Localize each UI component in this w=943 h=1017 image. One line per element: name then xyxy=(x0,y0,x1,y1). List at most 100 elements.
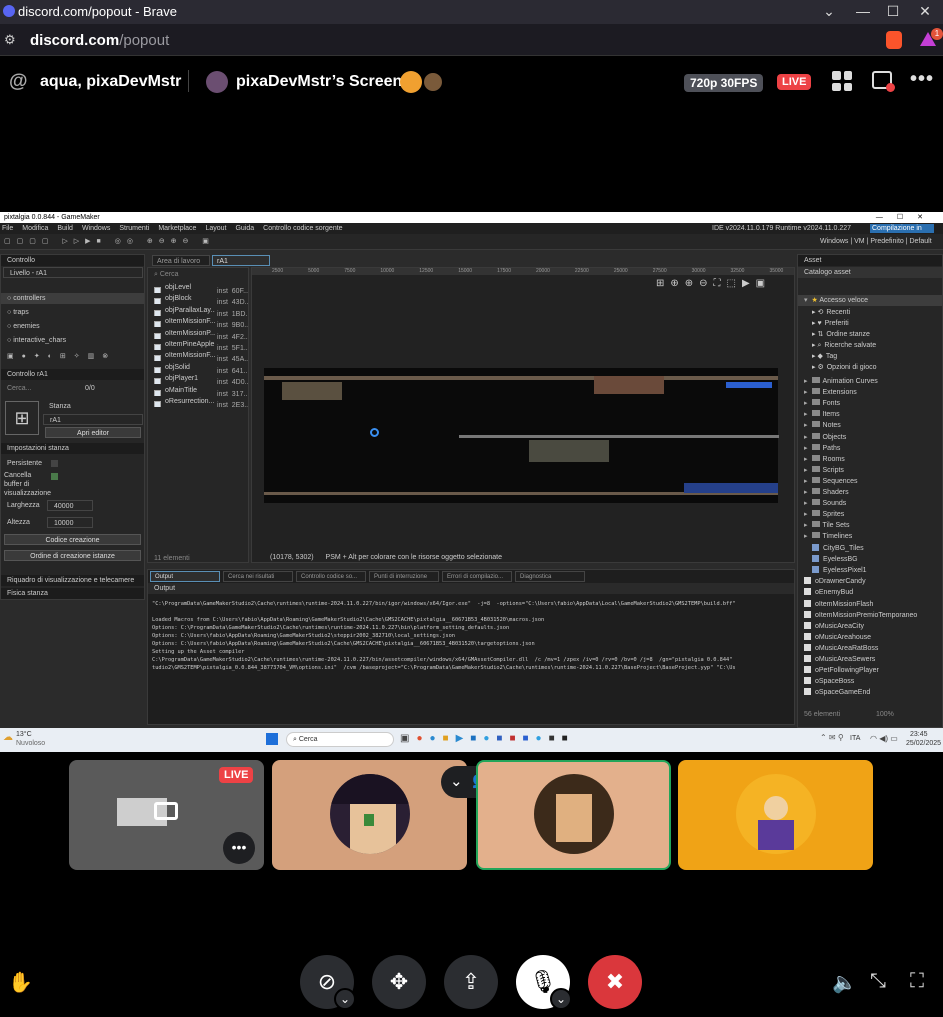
gm-quick-item[interactable]: ▸ ⌕ Ricerche salvate xyxy=(798,340,942,351)
gm-instance-checkbox[interactable] xyxy=(154,332,161,339)
gm-layer-tools-icons[interactable]: ▣●✦◐⊞✧▥⊗ xyxy=(1,351,144,362)
more-options-icon[interactable]: ••• xyxy=(910,68,934,91)
gm-output-tab[interactable]: Controllo codice so... xyxy=(296,571,366,582)
gm-asset-folder[interactable]: ▸ Objects xyxy=(798,432,942,443)
gm-asset-item[interactable]: oItemMissionFlash xyxy=(798,599,942,610)
gm-asset-folder[interactable]: ▸ Shaders xyxy=(798,487,942,498)
gm-asset-item[interactable]: oMusicAreaRatBoss xyxy=(798,643,942,654)
gm-instance-row[interactable]: oItemMissionF...inst_9B0... xyxy=(148,316,248,328)
stream-tile[interactable]: LIVE ••• xyxy=(69,760,264,870)
gm-asset-folder[interactable]: ▸ Notes xyxy=(798,420,942,431)
gm-menu-marketplace[interactable]: Marketplace xyxy=(158,225,196,232)
gm-tab-room[interactable]: rA1 xyxy=(212,255,270,266)
gm-instance-row[interactable]: objPlayer1 inst_4D0... xyxy=(148,373,248,385)
gm-menu-layout[interactable]: Layout xyxy=(205,225,226,232)
gm-asset-folder[interactable]: ▸ Scripts xyxy=(798,465,942,476)
gm-viewports-header[interactable]: Riquadro di visualizzazione e telecamere xyxy=(1,575,144,586)
popout-window-icon[interactable] xyxy=(872,71,895,92)
gm-quick-item[interactable]: ▸ ⚙ Opzioni di gioco xyxy=(798,362,942,373)
gm-menu-build[interactable]: Build xyxy=(57,225,73,232)
gm-asset-item[interactable]: oSpaceBoss xyxy=(798,676,942,687)
gm-physics-header[interactable]: Fisica stanza xyxy=(1,588,144,599)
gm-asset-folder[interactable]: ▸ Timelines xyxy=(798,531,942,542)
mic-options-chevron-icon[interactable]: ⌄ xyxy=(550,988,572,1010)
gm-asset-item[interactable]: oDrawnerCandy xyxy=(798,576,942,587)
gm-instance-row[interactable]: oItemMissionF...inst_45A... xyxy=(148,350,248,362)
gm-window-controls[interactable]: —☐✕ xyxy=(876,212,937,223)
gm-instance-row[interactable]: objParallaxLay...inst_1BD... xyxy=(148,305,248,316)
window-list-icon[interactable]: ⌄ xyxy=(812,0,846,24)
gm-asset-folder[interactable]: ▸ Tile Sets xyxy=(798,520,942,531)
gm-asset-folder[interactable]: ▸ Paths xyxy=(798,443,942,454)
gm-asset-item[interactable]: CityBG_Tiles xyxy=(798,543,942,554)
gm-instance-checkbox[interactable] xyxy=(154,366,161,373)
gm-quick-item[interactable]: ▸ ⟲ Recenti xyxy=(798,307,942,318)
gm-instance-checkbox[interactable] xyxy=(154,389,161,396)
activities-button[interactable]: ✥ xyxy=(372,955,426,1009)
gm-canvas-tools-icons[interactable]: ⊞⊕⊕⊖⛶⬚▶▣ xyxy=(656,278,771,289)
gm-room-settings-header[interactable]: Impostazioni stanza xyxy=(1,443,144,454)
gm-asset-folder[interactable]: ▸ Rooms xyxy=(798,454,942,465)
gm-layer-item[interactable]: ○ traps xyxy=(1,307,144,318)
fullscreen-icon[interactable]: ⛶ xyxy=(910,970,924,993)
gm-height-field[interactable]: 10000 xyxy=(47,517,93,528)
gm-asset-folder[interactable]: ▸ Sounds xyxy=(798,498,942,509)
gm-asset-item[interactable]: oSpaceGameEnd xyxy=(798,687,942,698)
gm-asset-zoom[interactable]: 100% xyxy=(876,709,894,720)
gm-asset-item[interactable]: oEnemyBud xyxy=(798,587,942,598)
gm-menu-tools[interactable]: Strumenti xyxy=(119,225,149,232)
minimize-button[interactable]: — xyxy=(846,0,880,24)
gm-room-canvas[interactable]: 2500 5000 7500 10000 12500 15000 17500 20000 225… xyxy=(251,267,795,563)
gm-instance-row[interactable]: oMainTitle inst_317... xyxy=(148,385,248,396)
gm-instance-checkbox[interactable] xyxy=(154,355,161,362)
gm-menu-file[interactable]: File xyxy=(2,225,13,232)
close-button[interactable]: ✕ xyxy=(908,0,942,24)
gm-room-search[interactable]: Cerca... 0/0 xyxy=(1,383,144,394)
gm-layer-select[interactable]: Livello - rA1 xyxy=(3,267,143,278)
gm-output-tab[interactable]: Cerca nei risultati xyxy=(223,571,293,582)
site-settings-icon[interactable]: ⚙ xyxy=(4,32,16,48)
disconnect-button[interactable]: ✖ xyxy=(588,955,642,1009)
gm-creation-code-button[interactable]: Codice creazione xyxy=(4,534,141,545)
tray-icons[interactable]: ⌃ ✉ ⚲ xyxy=(820,733,844,742)
participant-tile[interactable] xyxy=(272,760,467,870)
gm-width-field[interactable]: 40000 xyxy=(47,500,93,511)
gm-layer-item[interactable]: ○ interactive_chars xyxy=(1,335,144,346)
gm-quick-item[interactable]: ▸ ⇅ Ordine stanze xyxy=(798,329,942,340)
gm-asset-item[interactable]: oPetFollowingPlayer xyxy=(798,665,942,676)
gm-instance-row[interactable]: objSolid inst_641... xyxy=(148,362,248,373)
gm-asset-item[interactable]: oMusicAreahouse xyxy=(798,632,942,643)
taskbar-search[interactable]: ⌕ Cerca xyxy=(286,732,394,747)
gm-tab-workspace[interactable]: Area di lavoro xyxy=(152,255,210,266)
gm-asset-folder[interactable]: ▸ Animation Curves xyxy=(798,376,942,387)
gm-layer-item[interactable]: ○ controllers xyxy=(1,293,144,304)
gm-asset-item[interactable]: EyelessBG xyxy=(798,554,942,565)
gm-instance-row[interactable]: oItemPineAppleinst_5F1... xyxy=(148,339,248,350)
gm-output-tab[interactable]: Diagnostica xyxy=(515,571,585,582)
gm-menu-edit[interactable]: Modifica xyxy=(22,225,48,232)
gm-asset-folder[interactable]: ▸ Items xyxy=(798,409,942,420)
maximize-button[interactable]: ☐ xyxy=(876,0,910,24)
share-screen-button[interactable]: ⇪ xyxy=(444,955,498,1009)
participant-tile[interactable] xyxy=(678,760,873,870)
url-text[interactable]: discord.com/popout xyxy=(30,32,169,49)
gm-output-tab[interactable]: Errori di compilazio... xyxy=(442,571,512,582)
gm-asset-folder[interactable]: ▸ Sequences xyxy=(798,476,942,487)
gm-instance-checkbox[interactable] xyxy=(154,344,161,350)
gm-asset-folder[interactable]: ▸ Sprites xyxy=(798,509,942,520)
gm-instance-row[interactable]: objBlock inst_43D... xyxy=(148,293,248,305)
gm-open-editor-button[interactable]: Apri editor xyxy=(45,427,141,438)
gm-asset-item[interactable]: EyelessPixel1 xyxy=(798,565,942,576)
gm-instance-checkbox[interactable] xyxy=(154,309,161,316)
grid-layout-icon[interactable] xyxy=(832,71,852,91)
gm-menu-windows[interactable]: Windows xyxy=(82,225,110,232)
gm-instance-row[interactable]: oItemMissionP...inst_4F2... xyxy=(148,328,248,339)
popout-icon[interactable]: ⤡ xyxy=(870,970,886,993)
activities-icon[interactable]: ✋ xyxy=(8,970,33,995)
gm-menu-help[interactable]: Guida xyxy=(235,225,254,232)
gm-asset-folder[interactable]: ▸ Fonts xyxy=(798,398,942,409)
gm-instance-row[interactable]: objLevel inst_60F... xyxy=(148,282,248,293)
gm-instance-order-button[interactable]: Ordine di creazione istanze xyxy=(4,550,141,561)
gm-asset-item[interactable]: oMusicAreaCity xyxy=(798,621,942,632)
gm-room-name-field[interactable]: rA1 xyxy=(43,414,143,425)
